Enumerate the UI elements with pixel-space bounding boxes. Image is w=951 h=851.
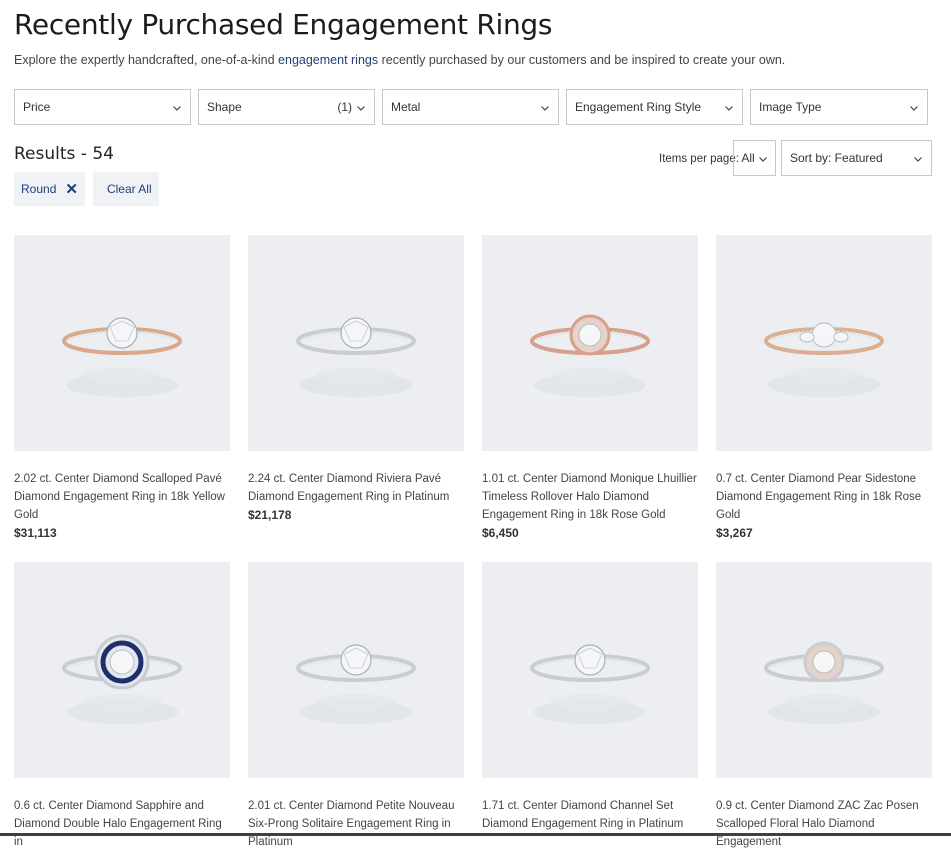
product-name[interactable]: 2.02 ct. Center Diamond Scalloped Pavé D… xyxy=(14,470,230,524)
metal-filter-dropdown[interactable]: Metal xyxy=(382,89,559,125)
filter-label: Image Type xyxy=(759,100,822,114)
shape-filter-dropdown[interactable]: Shape (1) xyxy=(198,89,375,125)
sort-label: Sort by: Featured xyxy=(790,151,883,165)
product-name[interactable]: 2.24 ct. Center Diamond Riviera Pavé Dia… xyxy=(248,470,464,506)
product-name[interactable]: 0.7 ct. Center Diamond Pear Sidestone Di… xyxy=(716,470,932,524)
page-title: Recently Purchased Engagement Rings xyxy=(14,8,553,41)
items-per-page-value: All xyxy=(741,151,755,165)
page-subtitle: Explore the expertly handcrafted, one-of… xyxy=(14,53,785,67)
filter-label: Shape xyxy=(207,100,242,114)
chevron-down-icon xyxy=(356,102,366,112)
image-type-filter-dropdown[interactable]: Image Type xyxy=(750,89,928,125)
product-image[interactable] xyxy=(248,562,464,778)
chevron-down-icon xyxy=(909,102,919,112)
active-filters: Round ✕ Clear All xyxy=(14,172,159,206)
product-card[interactable]: 2.24 ct. Center Diamond Riviera Pavé Dia… xyxy=(248,235,464,524)
product-card[interactable]: 0.6 ct. Center Diamond Sapphire and Diam… xyxy=(14,562,230,851)
sort-select[interactable]: Sort by: Featured xyxy=(781,140,932,176)
chevron-down-icon xyxy=(913,153,923,163)
active-filter-chip: Round ✕ xyxy=(14,172,85,206)
close-icon[interactable]: ✕ xyxy=(65,180,78,198)
filter-bar: Price Shape (1) Metal Engagement Ring St… xyxy=(14,89,928,125)
product-price: $21,178 xyxy=(248,508,292,522)
product-image[interactable] xyxy=(14,235,230,451)
subtitle-text-start: Explore the expertly handcrafted, one-of… xyxy=(14,53,279,67)
filter-label: Engagement Ring Style xyxy=(575,100,702,114)
price-filter-dropdown[interactable]: Price xyxy=(14,89,191,125)
filter-label: Metal xyxy=(391,100,421,114)
product-image[interactable] xyxy=(14,562,230,778)
chevron-down-icon xyxy=(540,102,550,112)
engagement-rings-link[interactable]: engagement rings xyxy=(278,53,378,67)
items-per-page-select[interactable]: All xyxy=(733,140,776,176)
product-image[interactable] xyxy=(716,562,932,778)
product-image[interactable] xyxy=(248,235,464,451)
ring-style-filter-dropdown[interactable]: Engagement Ring Style xyxy=(566,89,743,125)
product-price: $3,267 xyxy=(716,526,753,540)
items-per-page-label: Items per page: xyxy=(659,153,739,165)
product-card[interactable]: 0.9 ct. Center Diamond ZAC Zac Posen Sca… xyxy=(716,562,932,851)
chevron-down-icon xyxy=(758,153,768,163)
product-card[interactable]: 1.71 ct. Center Diamond Channel Set Diam… xyxy=(482,562,698,833)
filter-count: (1) xyxy=(337,100,352,114)
chevron-down-icon xyxy=(172,102,182,112)
clear-all-button[interactable]: Clear All xyxy=(92,172,159,206)
product-card[interactable]: 0.7 ct. Center Diamond Pear Sidestone Di… xyxy=(716,235,932,542)
product-name[interactable]: 0.6 ct. Center Diamond Sapphire and Diam… xyxy=(14,797,230,851)
subtitle-text-end: recently purchased by our customers and … xyxy=(378,53,786,67)
chevron-down-icon xyxy=(724,102,734,112)
product-card[interactable]: 1.01 ct. Center Diamond Monique Lhuillie… xyxy=(482,235,698,542)
product-name[interactable]: 1.71 ct. Center Diamond Channel Set Diam… xyxy=(482,797,698,833)
product-name[interactable]: 1.01 ct. Center Diamond Monique Lhuillie… xyxy=(482,470,698,524)
product-card[interactable]: 2.01 ct. Center Diamond Petite Nouveau S… xyxy=(248,562,464,851)
filter-label: Price xyxy=(23,100,51,114)
product-name[interactable]: 2.01 ct. Center Diamond Petite Nouveau S… xyxy=(248,797,464,851)
product-price: $6,450 xyxy=(482,526,519,540)
product-image[interactable] xyxy=(482,562,698,778)
product-price: $31,113 xyxy=(14,526,57,540)
product-image[interactable] xyxy=(482,235,698,451)
chip-label: Round xyxy=(21,182,57,196)
product-name[interactable]: 0.9 ct. Center Diamond ZAC Zac Posen Sca… xyxy=(716,797,932,851)
product-card[interactable]: 2.02 ct. Center Diamond Scalloped Pavé D… xyxy=(14,235,230,542)
results-count: Results - 54 xyxy=(14,144,114,164)
product-image[interactable] xyxy=(716,235,932,451)
